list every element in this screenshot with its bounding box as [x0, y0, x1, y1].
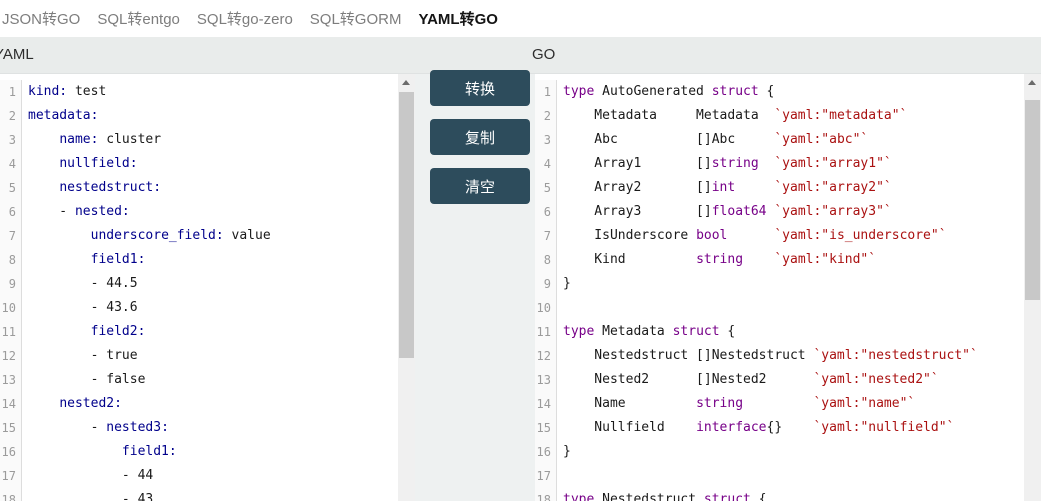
tab-sql-to-gorm[interactable]: SQL转GORM — [310, 8, 402, 29]
line-number: 17 — [0, 464, 22, 488]
code-line: 6 - nested: — [0, 200, 415, 224]
code-line: 9 - 44.5 — [0, 272, 415, 296]
line-number: 16 — [535, 440, 557, 464]
yaml-editor[interactable]: 1 kind: test 2 metadata: 3 name: cluster 4 nu… — [0, 74, 415, 501]
code-line: 1 kind: test — [0, 80, 415, 104]
line-number: 8 — [535, 248, 557, 272]
code-line: 12 Nestedstruct []Nestedstruct `yaml:"ne… — [535, 344, 1041, 368]
line-number: 18 — [535, 488, 557, 501]
code-line: 14 Name string `yaml:"name"` — [535, 392, 1041, 416]
code-line: 5 Array2 []int `yaml:"array2"` — [535, 176, 1041, 200]
panel-header-bar: YAML GO — [0, 37, 1041, 74]
yaml-editor-scrollbar[interactable] — [398, 74, 415, 501]
tab-yaml-to-go[interactable]: YAML转GO — [418, 8, 497, 29]
line-number: 4 — [535, 152, 557, 176]
code-line: 2 metadata: — [0, 104, 415, 128]
line-number: 11 — [535, 320, 557, 344]
line-number: 3 — [535, 128, 557, 152]
code-line: 2 Metadata Metadata `yaml:"metadata"` — [535, 104, 1041, 128]
content-area: 1 kind: test 2 metadata: 3 name: cluster 4 nu… — [0, 70, 1041, 501]
code-line: 8 Kind string `yaml:"kind"` — [535, 248, 1041, 272]
line-number: 17 — [535, 464, 557, 488]
code-line: 3 Abc []Abc `yaml:"abc"` — [535, 128, 1041, 152]
clear-button[interactable]: 清空 — [430, 168, 530, 204]
code-line: 10 — [535, 296, 1041, 320]
line-number: 4 — [0, 152, 22, 176]
line-number: 5 — [535, 176, 557, 200]
scroll-up-arrow-icon[interactable] — [1028, 80, 1036, 85]
code-line: 16} — [535, 440, 1041, 464]
code-line: 9} — [535, 272, 1041, 296]
code-line: 18 - 43 — [0, 488, 415, 501]
line-number: 13 — [535, 368, 557, 392]
convert-button[interactable]: 转换 — [430, 70, 530, 106]
go-editor-lines: 1 type AutoGenerated struct {2 Metadata M… — [535, 74, 1041, 501]
code-line: 12 - true — [0, 344, 415, 368]
code-line: 4 nullfield: — [0, 152, 415, 176]
button-column: 转换 复制 清空 — [415, 70, 535, 501]
code-line: 11 type Metadata struct { — [535, 320, 1041, 344]
code-line: 11 field2: — [0, 320, 415, 344]
yaml-editor-lines: 1 kind: test 2 metadata: 3 name: cluster 4 nu… — [0, 74, 415, 501]
line-number: 2 — [535, 104, 557, 128]
line-number: 8 — [0, 248, 22, 272]
code-line: 7 underscore_field: value — [0, 224, 415, 248]
copy-button[interactable]: 复制 — [430, 119, 530, 155]
code-line: 5 nestedstruct: — [0, 176, 415, 200]
line-number: 1 — [0, 80, 22, 104]
tab-json-to-go[interactable]: JSON转GO — [2, 8, 80, 29]
code-line: 18 type Nestedstruct struct { — [535, 488, 1041, 501]
code-line: 16 field1: — [0, 440, 415, 464]
yaml-to-go-converter-page: JSON转GO SQL转entgo SQL转go-zero SQL转GORM Y… — [0, 0, 1041, 501]
line-number: 12 — [535, 344, 557, 368]
code-line: 4 Array1 []string `yaml:"array1"` — [535, 152, 1041, 176]
go-editor[interactable]: 1 type AutoGenerated struct {2 Metadata M… — [535, 74, 1041, 501]
code-line: 7 IsUnderscore bool `yaml:"is_underscore… — [535, 224, 1041, 248]
top-tab-bar: JSON转GO SQL转entgo SQL转go-zero SQL转GORM Y… — [0, 0, 1041, 37]
code-line: 8 field1: — [0, 248, 415, 272]
yaml-panel-title: YAML — [0, 46, 34, 63]
go-scrollbar-thumb[interactable] — [1025, 100, 1040, 300]
line-number: 15 — [0, 416, 22, 440]
line-number: 16 — [0, 440, 22, 464]
go-editor-scrollbar[interactable] — [1024, 74, 1041, 501]
code-line: 3 name: cluster — [0, 128, 415, 152]
line-number: 6 — [535, 200, 557, 224]
go-panel-title: GO — [532, 46, 556, 63]
code-line: 1 type AutoGenerated struct { — [535, 80, 1041, 104]
line-number: 7 — [0, 224, 22, 248]
line-number: 9 — [535, 272, 557, 296]
line-number: 6 — [0, 200, 22, 224]
line-number: 3 — [0, 128, 22, 152]
code-line: 6 Array3 []float64 `yaml:"array3"` — [535, 200, 1041, 224]
code-line: 14 nested2: — [0, 392, 415, 416]
line-number: 5 — [0, 176, 22, 200]
line-number: 14 — [535, 392, 557, 416]
code-line: 13 - false — [0, 368, 415, 392]
line-number: 9 — [0, 272, 22, 296]
code-line: 10 - 43.6 — [0, 296, 415, 320]
code-line: 17 - 44 — [0, 464, 415, 488]
line-number: 12 — [0, 344, 22, 368]
code-line: 15 Nullfield interface{} `yaml:"nullfiel… — [535, 416, 1041, 440]
yaml-scrollbar-thumb[interactable] — [399, 92, 414, 358]
line-number: 13 — [0, 368, 22, 392]
line-number: 1 — [535, 80, 557, 104]
line-number: 7 — [535, 224, 557, 248]
line-number: 11 — [0, 320, 22, 344]
code-line: 17 — [535, 464, 1041, 488]
code-line: 13 Nested2 []Nested2 `yaml:"nested2"` — [535, 368, 1041, 392]
scroll-up-arrow-icon[interactable] — [402, 80, 410, 85]
line-number: 14 — [0, 392, 22, 416]
tab-sql-to-gozero[interactable]: SQL转go-zero — [197, 8, 293, 29]
tab-sql-to-entgo[interactable]: SQL转entgo — [97, 8, 180, 29]
code-line: 15 - nested3: — [0, 416, 415, 440]
line-number: 10 — [0, 296, 22, 320]
line-number: 2 — [0, 104, 22, 128]
line-number: 18 — [0, 488, 22, 501]
line-number: 15 — [535, 416, 557, 440]
line-number: 10 — [535, 296, 557, 320]
